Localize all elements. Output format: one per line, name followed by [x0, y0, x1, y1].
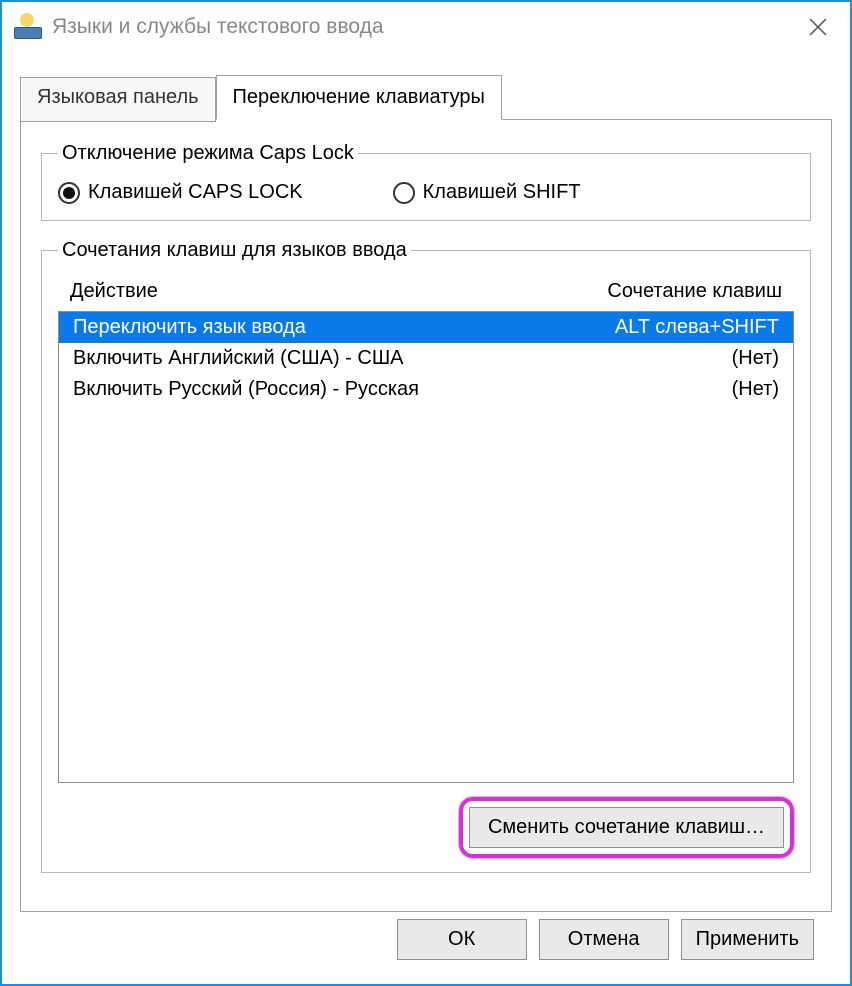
window-title: Языки и службы текстового ввода	[52, 15, 794, 39]
col-combo: Сочетание клавиш	[607, 280, 782, 303]
highlight-annotation: Сменить сочетание клавиш…	[459, 797, 794, 858]
row-action: Включить Английский (США) - США	[73, 347, 404, 370]
col-action: Действие	[70, 280, 158, 303]
row-combo: (Нет)	[732, 347, 779, 370]
content-area: Языковая панель Переключение клавиатуры …	[2, 52, 850, 984]
table-header: Действие Сочетание клавиш	[58, 274, 794, 311]
radio-label: Клавишей SHIFT	[423, 181, 581, 204]
hotkeys-legend: Сочетания клавиш для языков ввода	[58, 239, 411, 262]
table-body[interactable]: Переключить язык ввода ALT слева+SHIFT Вкл…	[58, 311, 794, 783]
cancel-button[interactable]: Отмена	[539, 919, 669, 960]
change-hotkey-row: Сменить сочетание клавиш…	[58, 797, 794, 858]
tab-panel: Отключение режима Caps Lock Клавишей CAP…	[20, 119, 832, 912]
dialog-window: Языки и службы текстового ввода Языковая…	[0, 0, 852, 986]
radio-icon	[58, 182, 80, 204]
radio-shift[interactable]: Клавишей SHIFT	[393, 181, 581, 204]
close-icon[interactable]	[794, 7, 842, 47]
capslock-fieldset: Отключение режима Caps Lock Клавишей CAP…	[41, 142, 811, 221]
row-action: Включить Русский (Россия) - Русская	[73, 378, 419, 401]
table-row[interactable]: Включить Английский (США) - США (Нет)	[59, 343, 793, 374]
radio-caps-lock[interactable]: Клавишей CAPS LOCK	[58, 181, 303, 204]
row-combo: ALT слева+SHIFT	[615, 316, 779, 339]
titlebar: Языки и службы текстового ввода	[2, 2, 850, 52]
tab-language-panel[interactable]: Языковая панель	[20, 77, 216, 122]
row-combo: (Нет)	[732, 378, 779, 401]
hotkeys-table: Действие Сочетание клавиш Переключить яз…	[58, 274, 794, 783]
radio-label: Клавишей CAPS LOCK	[88, 181, 303, 204]
ok-button[interactable]: ОК	[397, 919, 527, 960]
radio-icon	[393, 182, 415, 204]
table-row[interactable]: Включить Русский (Россия) - Русская (Нет)	[59, 374, 793, 405]
row-action: Переключить язык ввода	[73, 316, 306, 339]
app-icon	[14, 15, 42, 39]
apply-button[interactable]: Применить	[681, 919, 814, 960]
change-hotkey-button[interactable]: Сменить сочетание клавиш…	[469, 807, 784, 848]
hotkeys-fieldset: Сочетания клавиш для языков ввода Действ…	[41, 239, 811, 873]
capslock-legend: Отключение режима Caps Lock	[58, 142, 358, 165]
table-row[interactable]: Переключить язык ввода ALT слева+SHIFT	[59, 312, 793, 343]
tab-keyboard-switch[interactable]: Переключение клавиатуры	[216, 75, 502, 120]
capslock-radio-group: Клавишей CAPS LOCK Клавишей SHIFT	[58, 177, 794, 204]
dialog-footer: ОК Отмена Применить	[20, 912, 832, 984]
tabstrip: Языковая панель Переключение клавиатуры	[20, 74, 832, 119]
